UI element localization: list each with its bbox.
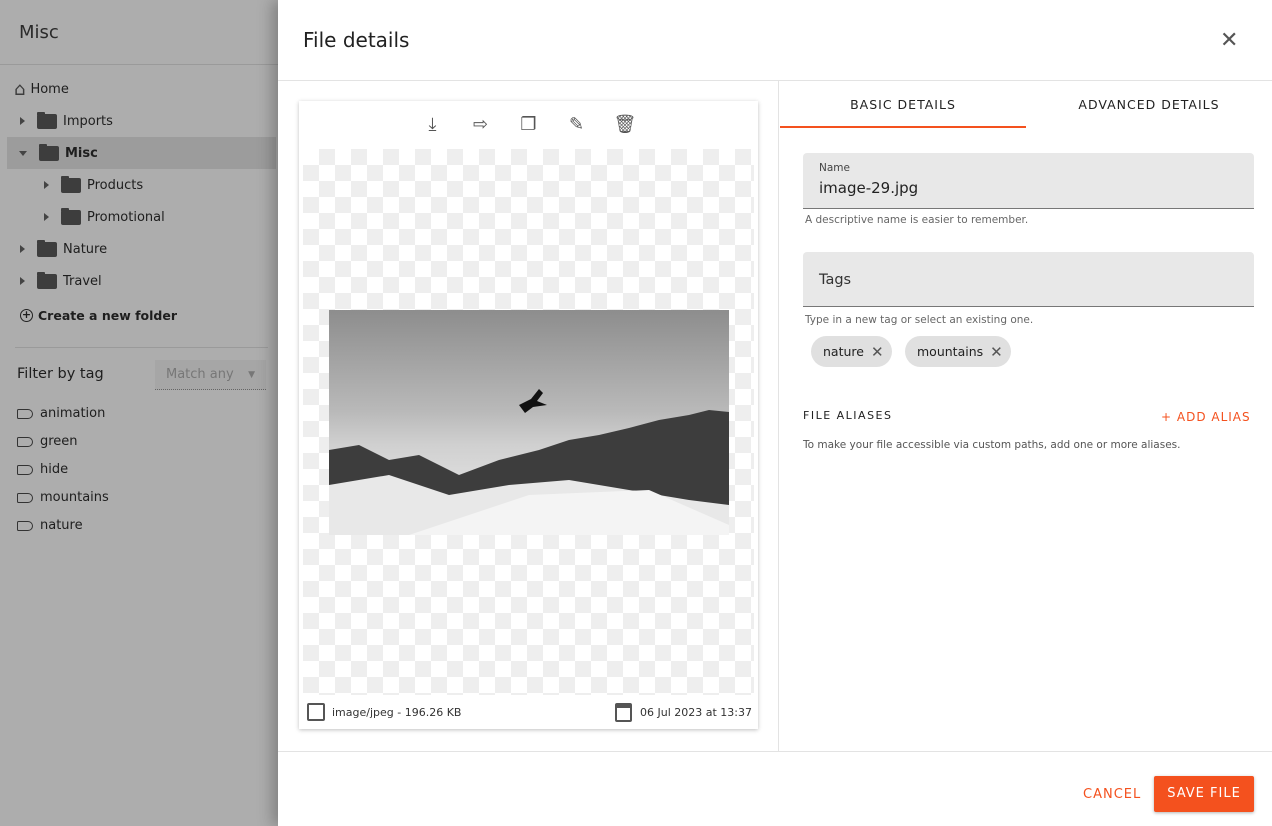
aliases-help: To make your file accessible via custom … (803, 439, 1181, 451)
tabs: BASIC DETAILS ADVANCED DETAILS (780, 80, 1272, 128)
tag-icon (17, 436, 33, 447)
add-alias-button[interactable]: + ADD ALIAS (1161, 410, 1251, 424)
tree-label: Promotional (87, 209, 165, 225)
chip-label: nature (823, 344, 864, 359)
tree-label: Travel (63, 273, 102, 289)
folder-icon (61, 175, 81, 193)
folder-icon (61, 207, 81, 225)
filter-label: Filter by tag (17, 366, 104, 382)
remove-icon[interactable]: ✕ (990, 343, 1003, 361)
dropdown-icon: ▼ (248, 370, 255, 380)
tag-icon (17, 408, 33, 419)
folder-icon (37, 239, 57, 257)
tag-filter-item[interactable]: hide (17, 462, 68, 477)
move-to-folder-icon[interactable]: ⇨ (470, 114, 492, 136)
tree-item-nature[interactable]: Nature (0, 233, 276, 265)
tag-icon (17, 492, 33, 503)
tag-chip: nature ✕ (811, 336, 892, 367)
tag-filter-item[interactable]: mountains (17, 490, 109, 505)
file-date: 06 Jul 2023 at 13:37 (639, 705, 752, 719)
preview-card: ⤓ ⇨ ❐ ✎ 🗑 image/jpeg - 196.26 KB 06 Jul … (299, 101, 758, 729)
tag-label: mountains (40, 490, 109, 505)
name-label: Name (819, 162, 850, 174)
tag-label: green (40, 434, 78, 449)
tag-icon (17, 464, 33, 475)
copy-icon[interactable]: ❐ (518, 114, 540, 136)
tag-chip: mountains ✕ (905, 336, 1011, 367)
remove-icon[interactable]: ✕ (871, 343, 884, 361)
close-icon[interactable]: ✕ (1220, 28, 1238, 53)
image-preview (329, 310, 729, 535)
tag-icon (17, 520, 33, 531)
calendar-icon (614, 702, 632, 722)
tag-label: nature (40, 518, 83, 533)
save-file-button[interactable]: SAVE FILE (1154, 776, 1254, 812)
image-icon (307, 703, 325, 721)
aliases-title: FILE ALIASES (803, 409, 893, 422)
tree-item-imports[interactable]: Imports (0, 105, 276, 137)
caret-right-icon[interactable] (20, 277, 25, 285)
tag-label: hide (40, 462, 69, 477)
divider (778, 81, 779, 751)
tree-label: Home (30, 81, 69, 97)
tab-basic-details[interactable]: BASIC DETAILS (780, 80, 1026, 128)
tag-filter-item[interactable]: animation (17, 406, 105, 421)
caret-down-icon[interactable] (19, 150, 27, 156)
tree-label: Products (87, 177, 144, 193)
caret-right-icon[interactable] (44, 213, 49, 221)
add-circle-icon: + (20, 308, 33, 322)
create-folder-label: Create a new folder (38, 308, 178, 323)
edit-icon[interactable]: ✎ (566, 114, 588, 136)
folder-icon (37, 111, 57, 129)
caret-right-icon[interactable] (20, 245, 25, 253)
tab-advanced-details[interactable]: ADVANCED DETAILS (1026, 80, 1272, 128)
download-icon[interactable]: ⤓ (422, 114, 444, 136)
caret-right-icon[interactable] (20, 117, 25, 125)
folder-open-icon (39, 143, 59, 161)
tag-filter-item[interactable]: green (17, 434, 78, 449)
sidebar: Misc ⌂ Home Imports Misc Products Promoti… (0, 0, 278, 826)
match-value: Match any (166, 367, 234, 382)
chip-label: mountains (917, 344, 984, 359)
tree-label: Imports (63, 113, 113, 129)
image-preview-area (303, 149, 754, 695)
sidebar-title: Misc (19, 22, 59, 43)
create-folder-button[interactable]: + Create a new folder (20, 308, 177, 323)
match-select[interactable]: Match any ▼ (155, 360, 266, 390)
tree-item-promotional[interactable]: Promotional (0, 201, 276, 233)
name-help: A descriptive name is easier to remember… (805, 214, 1029, 226)
tree-item-products[interactable]: Products (0, 169, 276, 201)
file-details-dialog: File details ✕ ⤓ ⇨ ❐ ✎ 🗑 image/jpeg - 19… (278, 0, 1272, 826)
folder-icon (37, 271, 57, 289)
tree-label: Nature (63, 241, 108, 257)
tags-label: Tags (819, 272, 852, 288)
tags-input[interactable]: Tags (803, 252, 1254, 307)
tree-item-home[interactable]: ⌂ Home (0, 73, 276, 105)
tree-label: Misc (65, 145, 98, 161)
tree-item-travel[interactable]: Travel (0, 265, 276, 297)
divider (15, 347, 268, 348)
dialog-title: File details (303, 28, 410, 52)
tags-help: Type in a new tag or select an existing … (805, 314, 1034, 326)
tag-label: animation (40, 406, 106, 421)
file-info-bar: image/jpeg - 196.26 KB 06 Jul 2023 at 13… (299, 695, 758, 729)
caret-right-icon[interactable] (44, 181, 49, 189)
home-icon: ⌂ (14, 78, 26, 100)
cancel-button[interactable]: CANCEL (1083, 787, 1141, 802)
tree-item-misc[interactable]: Misc (7, 137, 276, 169)
preview-toolbar: ⤓ ⇨ ❐ ✎ 🗑 (299, 101, 758, 149)
file-info: image/jpeg - 196.26 KB (332, 705, 462, 719)
divider (278, 751, 1272, 752)
name-field[interactable]: Name image-29.jpg (803, 153, 1254, 209)
delete-icon[interactable]: 🗑 (614, 114, 637, 136)
name-value: image-29.jpg (819, 179, 919, 197)
divider (0, 64, 278, 65)
tag-filter-item[interactable]: nature (17, 518, 83, 533)
